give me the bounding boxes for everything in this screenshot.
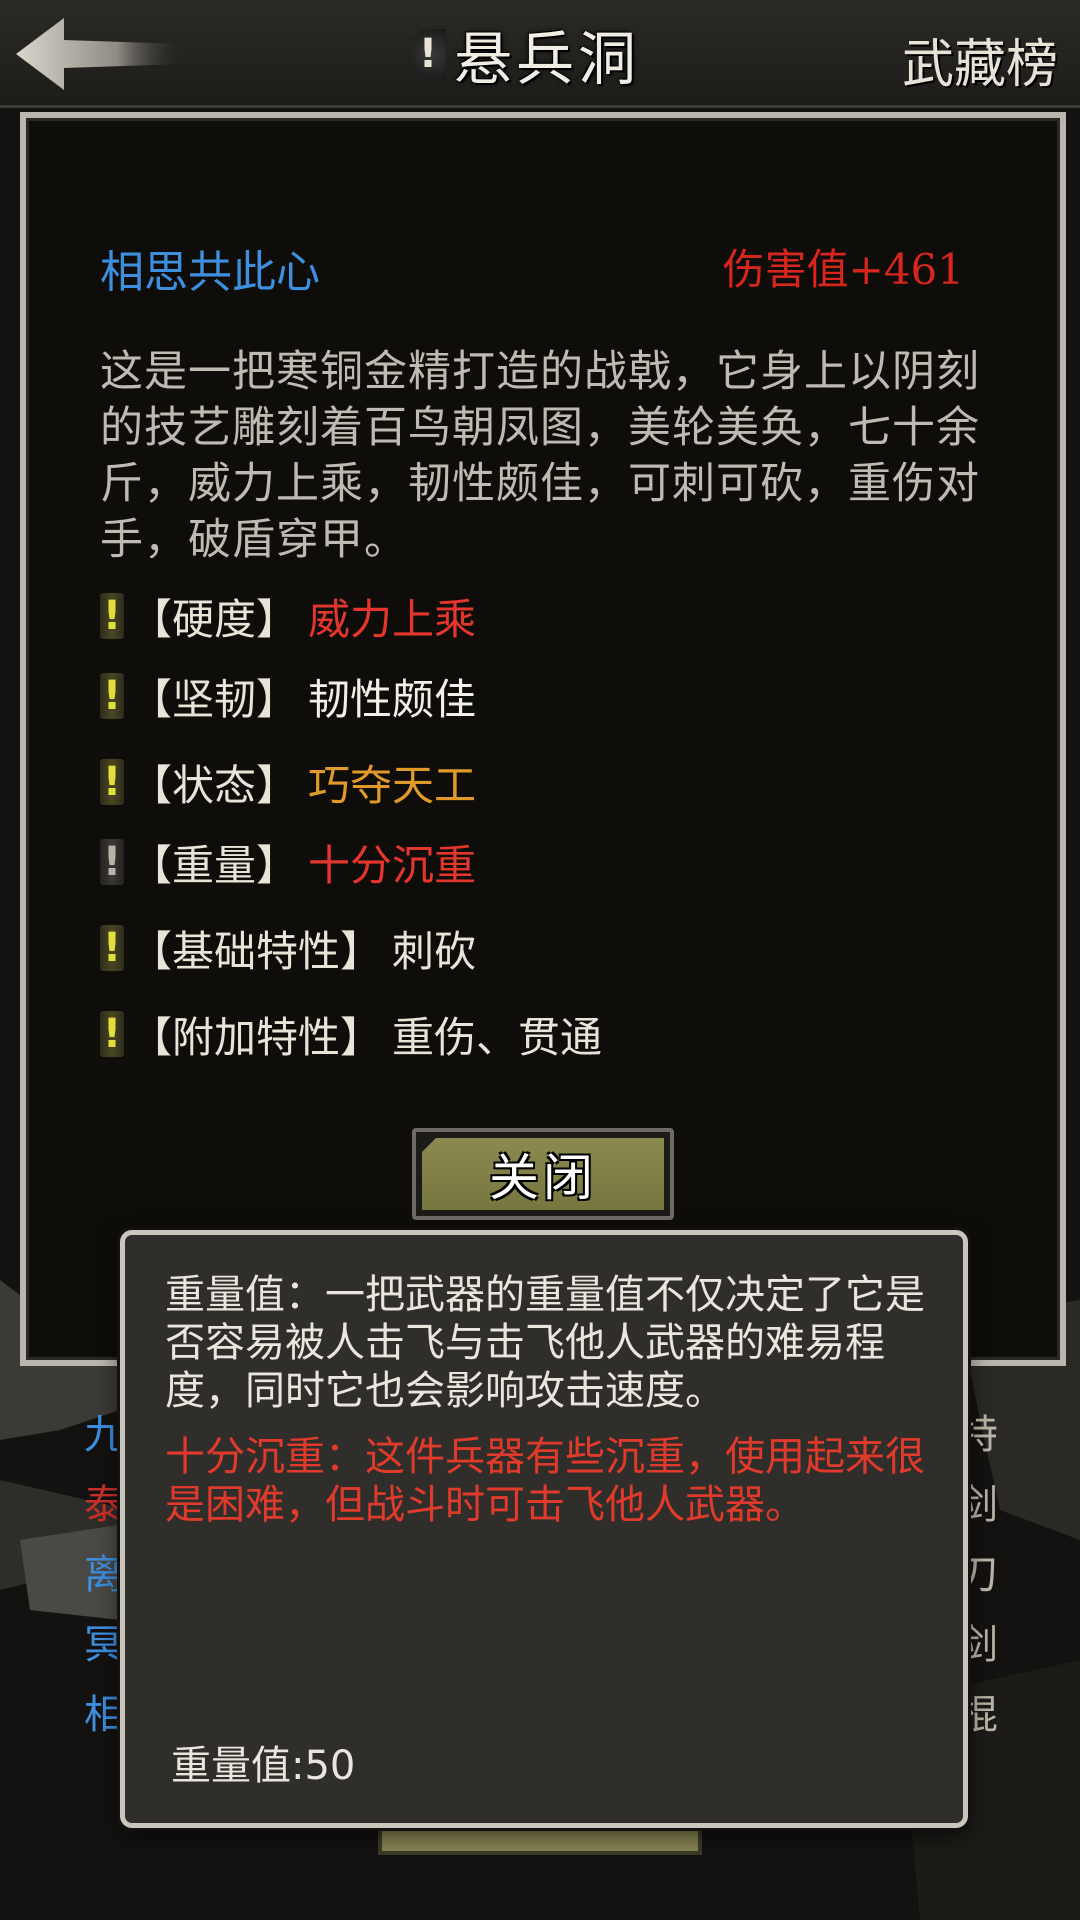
weapon-name: 相思共此心 <box>100 247 320 298</box>
ranking-link[interactable]: 武藏榜 <box>902 22 1058 97</box>
exclamation-icon[interactable]: ! <box>100 839 124 885</box>
tooltip-description: 重量值：一把武器的重量值不仅决定了它是否容易被人击飞与击飞他人武器的难易程度，同… <box>165 1272 925 1414</box>
property-row: ! 【基础特性】 刺砍 <box>100 908 602 988</box>
property-label: 【坚韧】 <box>130 674 299 724</box>
property-row: ! 【附加特性】 重伤、贯通 <box>100 994 602 1074</box>
tooltip-effect: 十分沉重：这件兵器有些沉重，使用起来很是困难，但战斗时可击飞他人武器。 <box>165 1434 925 1528</box>
property-row: ! 【坚韧】 韧性颇佳 <box>100 656 602 736</box>
weapon-detail-panel: 相思共此心 伤害值+461 这是一把寒铜金精打造的战戟，它身上以阴刻的技艺雕刻着… <box>20 112 1066 1366</box>
property-value: 刺砍 <box>392 926 477 976</box>
property-row: ! 【重量】 十分沉重 <box>100 822 602 902</box>
damage-value: 伤害值+461 <box>722 245 964 294</box>
close-button-label: 关闭 <box>489 1149 597 1207</box>
property-list: ! 【硬度】 威力上乘 ! 【坚韧】 韧性颇佳 ! 【状态】 巧夺天工 ! 【重… <box>100 576 602 1074</box>
top-bar: ! 悬兵洞 武藏榜 <box>0 0 1080 108</box>
exclamation-icon[interactable]: ! <box>410 29 446 79</box>
property-label: 【重量】 <box>130 840 299 890</box>
property-label: 【附加特性】 <box>130 1012 383 1062</box>
app-root: 九 泰 离 冥 相 特 剑 刀 剑 棍 ! 悬兵洞 武藏榜 相思共此心 伤害值+… <box>0 0 1080 1920</box>
property-row: ! 【硬度】 威力上乘 <box>100 576 602 656</box>
exclamation-icon[interactable]: ! <box>100 1011 124 1057</box>
exclamation-icon[interactable]: ! <box>100 759 124 805</box>
property-value: 重伤、贯通 <box>392 1012 603 1062</box>
property-value: 韧性颇佳 <box>308 674 477 724</box>
title-group: ! 悬兵洞 <box>410 18 640 93</box>
property-value: 十分沉重 <box>308 840 477 890</box>
back-arrow-icon <box>16 18 184 90</box>
exclamation-icon[interactable]: ! <box>100 925 124 971</box>
close-button[interactable]: 关闭 <box>412 1128 674 1220</box>
property-label: 【硬度】 <box>130 594 299 644</box>
description-scroll[interactable]: 这是一把寒铜金精打造的战戟，它身上以阴刻的技艺雕刻着百鸟朝凤图，美轮美奂，七十余… <box>100 344 1020 558</box>
property-row: ! 【状态】 巧夺天工 <box>100 742 602 822</box>
tooltip-weight-value: 重量值:50 <box>171 1743 356 1789</box>
close-button-face: 关闭 <box>422 1138 664 1210</box>
weapon-description: 这是一把寒铜金精打造的战戟，它身上以阴刻的技艺雕刻着百鸟朝凤图，美轮美奂，七十余… <box>100 347 980 558</box>
back-button[interactable] <box>12 14 192 94</box>
weight-tooltip[interactable]: 重量值：一把武器的重量值不仅决定了它是否容易被人击飞与击飞他人武器的难易程度，同… <box>120 1230 968 1828</box>
exclamation-icon[interactable]: ! <box>100 673 124 719</box>
property-label: 【基础特性】 <box>130 926 383 976</box>
exclamation-icon[interactable]: ! <box>100 593 124 639</box>
property-value: 威力上乘 <box>308 594 477 644</box>
property-label: 【状态】 <box>130 760 299 810</box>
property-value: 巧夺天工 <box>308 760 477 810</box>
page-title: 悬兵洞 <box>454 25 641 93</box>
